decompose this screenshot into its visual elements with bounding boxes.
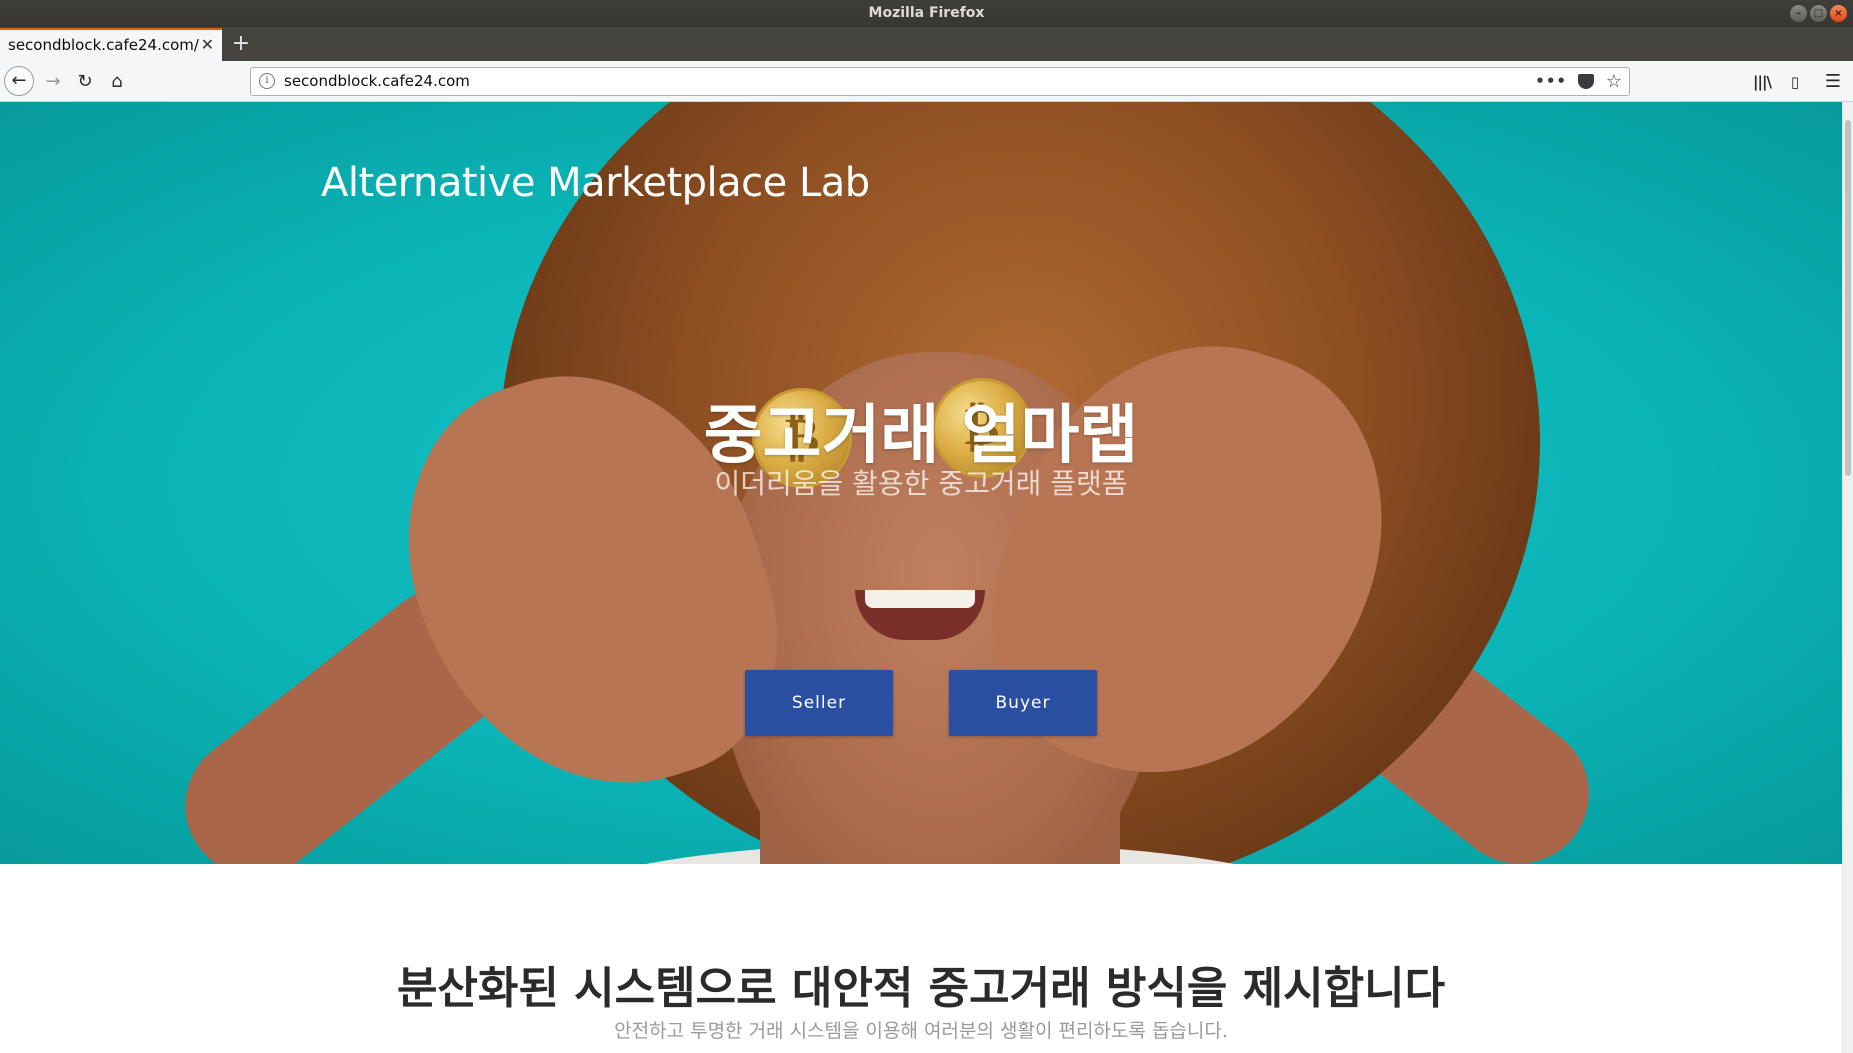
photo-teeth <box>865 590 975 608</box>
navigation-toolbar: ← → ↻ ⌂ i secondblock.cafe24.com ••• ☆ |… <box>0 61 1853 102</box>
forward-button[interactable]: → <box>40 69 66 95</box>
section-subtitle: 안전하고 투명한 거래 시스템을 이용해 여러분의 생활이 편리하도록 돕습니다… <box>614 1020 1228 1042</box>
tab-secondblock[interactable]: secondblock.cafe24.com/ ✕ <box>0 28 222 61</box>
hamburger-menu-icon[interactable]: ☰ <box>1820 69 1846 95</box>
window-titlebar: Mozilla Firefox – □ × <box>0 0 1853 27</box>
new-tab-button[interactable]: + <box>230 27 252 61</box>
page-viewport: ₿ ₿ Alternative Marketplace Lab 중고거래 얼마랩… <box>0 102 1842 1053</box>
page-scrollbar[interactable] <box>1842 102 1853 1053</box>
site-info-icon[interactable]: i <box>259 73 275 89</box>
tab-close-icon[interactable]: ✕ <box>201 30 214 60</box>
url-text[interactable]: secondblock.cafe24.com <box>284 68 470 95</box>
address-bar[interactable]: i secondblock.cafe24.com ••• ☆ <box>250 67 1630 96</box>
library-icon[interactable]: |||\ <box>1749 69 1775 95</box>
sidebar-toggle-icon[interactable]: ▯ <box>1782 69 1808 95</box>
reload-button[interactable]: ↻ <box>72 69 98 95</box>
window-controls: – □ × <box>1790 5 1847 22</box>
home-button[interactable]: ⌂ <box>104 69 130 95</box>
section-title: 분산화된 시스템으로 대안적 중고거래 방식을 제시합니다 <box>396 963 1446 1014</box>
tab-strip: secondblock.cafe24.com/ ✕ + <box>0 27 1853 61</box>
close-window-button[interactable]: × <box>1830 5 1847 22</box>
window-title: Mozilla Firefox <box>868 5 985 21</box>
seller-button[interactable]: Seller <box>745 670 893 736</box>
hero-subtitle: 이더리움을 활용한 중고거래 플랫폼 <box>714 467 1128 500</box>
buyer-button[interactable]: Buyer <box>949 670 1097 736</box>
bookmark-star-icon[interactable]: ☆ <box>1606 68 1622 95</box>
pocket-icon[interactable] <box>1578 74 1594 89</box>
maximize-button[interactable]: □ <box>1810 5 1827 22</box>
scrollbar-thumb[interactable] <box>1845 120 1851 476</box>
hero-section: ₿ ₿ Alternative Marketplace Lab 중고거래 얼마랩… <box>0 102 1842 864</box>
page-actions-icon[interactable]: ••• <box>1535 68 1567 95</box>
back-button[interactable]: ← <box>4 66 34 96</box>
tab-label: secondblock.cafe24.com/ <box>8 36 199 54</box>
minimize-button[interactable]: – <box>1790 5 1807 22</box>
site-brand[interactable]: Alternative Marketplace Lab <box>321 160 870 206</box>
